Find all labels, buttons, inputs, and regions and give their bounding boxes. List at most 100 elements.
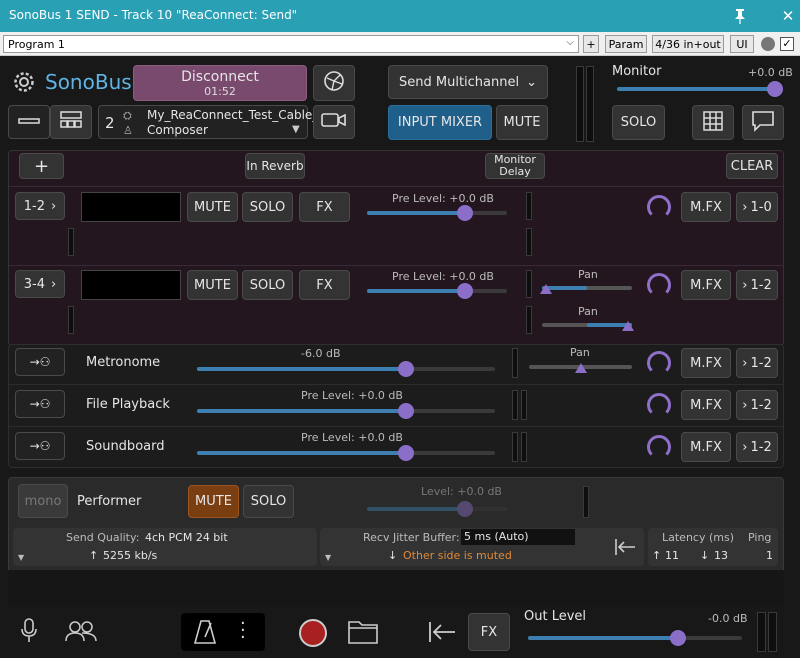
record-button[interactable]: [299, 619, 327, 647]
more-options-icon[interactable]: · · ·: [240, 615, 246, 647]
reverb-knob[interactable]: [647, 393, 671, 417]
grid-view-button[interactable]: [692, 105, 734, 140]
slider-knob[interactable]: [397, 361, 414, 377]
channel-solo-button[interactable]: SOLO: [242, 192, 293, 222]
pan-slider[interactable]: [529, 363, 632, 373]
slider-knob[interactable]: [457, 205, 473, 221]
pin-icon[interactable]: [722, 0, 758, 32]
in-reverb-button[interactable]: In Reverb: [245, 153, 305, 179]
out-level-slider[interactable]: [528, 630, 742, 646]
ui-button[interactable]: UI: [730, 35, 754, 53]
channel-name-field[interactable]: [81, 192, 181, 222]
channel-level-slider[interactable]: [367, 283, 507, 299]
monitor-fx-button[interactable]: M.FX: [681, 348, 731, 378]
slider-knob[interactable]: [397, 403, 414, 419]
program-value: Program 1: [8, 38, 65, 51]
source-level-slider[interactable]: [197, 361, 495, 377]
peer-solo-button[interactable]: SOLO: [243, 485, 294, 518]
clear-button[interactable]: CLEAR: [726, 153, 778, 179]
pan-handle[interactable]: [540, 284, 552, 294]
slider-knob[interactable]: [457, 283, 473, 299]
pan-handle[interactable]: [575, 363, 587, 373]
source-level-slider[interactable]: [197, 403, 495, 419]
channel-mute-button[interactable]: MUTE: [187, 192, 238, 222]
add-button[interactable]: +: [583, 35, 599, 53]
peer-level-slider[interactable]: [367, 501, 507, 517]
destination-button[interactable]: › 1-0: [736, 192, 778, 222]
program-select[interactable]: Program 1 ⌵: [3, 35, 579, 53]
microphone-icon[interactable]: [20, 618, 38, 648]
monitor-fx-button[interactable]: M.FX: [681, 192, 731, 222]
reset-jitter-icon[interactable]: [614, 538, 636, 560]
source-level-slider[interactable]: [197, 445, 495, 461]
chevron-right-icon: ›: [51, 276, 57, 292]
arrow-down-icon: ↓: [700, 549, 710, 562]
reverb-knob[interactable]: [647, 195, 671, 219]
folder-icon[interactable]: [347, 618, 379, 650]
reverb-knob[interactable]: [647, 351, 671, 375]
mono-button[interactable]: mono: [18, 484, 68, 518]
enable-checkbox[interactable]: ✓: [780, 37, 794, 51]
channel-fx-button[interactable]: FX: [299, 270, 350, 300]
monitor-solo-button[interactable]: SOLO: [612, 105, 665, 140]
channel-level-slider[interactable]: [367, 205, 507, 221]
reverb-knob[interactable]: [647, 435, 671, 459]
chat-button[interactable]: [742, 105, 784, 140]
input-mixer-button[interactable]: INPUT MIXER: [388, 105, 492, 140]
video-button[interactable]: [313, 105, 355, 139]
monitor-fx-button[interactable]: M.FX: [681, 390, 731, 420]
bypass-icon[interactable]: [761, 37, 775, 51]
settings-gear-icon[interactable]: [12, 70, 36, 94]
destination-button[interactable]: › 1-2: [736, 432, 778, 462]
peer-mute-button[interactable]: MUTE: [188, 485, 239, 518]
recv-panel[interactable]: Recv Jitter Buffer: 5 ms (Auto) ↓ Other …: [320, 528, 644, 566]
monitor-slider-knob[interactable]: [767, 81, 784, 97]
layout-single-button[interactable]: [8, 105, 50, 139]
send-mode-select[interactable]: Send Multichannel ⌄: [388, 65, 548, 99]
pan-slider-right[interactable]: [542, 321, 634, 331]
disconnect-button[interactable]: Disconnect 01:52: [133, 65, 307, 101]
monitor-delay-button[interactable]: Monitor Delay: [485, 153, 545, 179]
peers-icon[interactable]: [64, 619, 98, 647]
user-icon: ♙: [123, 124, 133, 137]
latency-panel[interactable]: Latency (ms) Ping ↑ 11 ↓ 13 1: [648, 528, 778, 566]
layout-multi-button[interactable]: [50, 105, 92, 139]
slider-knob[interactable]: [457, 501, 473, 517]
monitor-fx-button[interactable]: M.FX: [681, 432, 731, 462]
metronome-icon[interactable]: [193, 619, 217, 649]
skip-to-start-icon[interactable]: [428, 621, 456, 647]
pan-slider-left[interactable]: [540, 284, 632, 294]
main-mute-button[interactable]: MUTE: [496, 105, 548, 140]
out-level-value: -0.0 dB: [708, 612, 748, 625]
destination-button[interactable]: › 1-2: [736, 390, 778, 420]
source-route-button[interactable]: →⚇: [15, 432, 65, 460]
slider-knob[interactable]: [669, 630, 686, 646]
destination-button[interactable]: › 1-2: [736, 348, 778, 378]
channel-solo-button[interactable]: SOLO: [242, 270, 293, 300]
output-fx-button[interactable]: FX: [468, 613, 510, 651]
send-quality-panel[interactable]: Send Quality: 4ch PCM 24 bit ↑ 5255 kb/s…: [13, 528, 317, 566]
jitter-buffer-field[interactable]: 5 ms (Auto): [461, 529, 575, 545]
param-button[interactable]: Param: [605, 35, 647, 53]
source-route-button[interactable]: →⚇: [15, 348, 65, 376]
channel-name-field[interactable]: [81, 270, 181, 300]
channel-fx-button[interactable]: FX: [299, 192, 350, 222]
channel-route-button[interactable]: 1-2 ›: [15, 192, 65, 220]
out-meter-right: [768, 612, 777, 652]
reverb-knob[interactable]: [647, 273, 671, 297]
connections-button[interactable]: [313, 65, 355, 101]
monitor-slider[interactable]: [617, 81, 784, 97]
monitor-fx-button[interactable]: M.FX: [681, 270, 731, 300]
add-input-button[interactable]: +: [19, 153, 64, 179]
chevron-down-icon: ▼: [325, 553, 332, 562]
plugin-host-bar: Program 1 ⌵ + Param 4/36 in+out UI ✓: [0, 32, 800, 56]
close-icon[interactable]: ✕: [770, 0, 800, 32]
source-route-button[interactable]: →⚇: [15, 390, 65, 418]
pan-handle[interactable]: [622, 321, 634, 331]
group-info-button[interactable]: 2 ⛭ My_ReaConnect_Test_Cable_1 ♙ Compose…: [98, 105, 326, 139]
slider-knob[interactable]: [397, 445, 414, 461]
destination-button[interactable]: › 1-2: [736, 270, 778, 300]
channel-route-button[interactable]: 3-4 ›: [15, 270, 65, 298]
channel-mute-button[interactable]: MUTE: [187, 270, 238, 300]
io-button[interactable]: 4/36 in+out: [652, 35, 724, 53]
